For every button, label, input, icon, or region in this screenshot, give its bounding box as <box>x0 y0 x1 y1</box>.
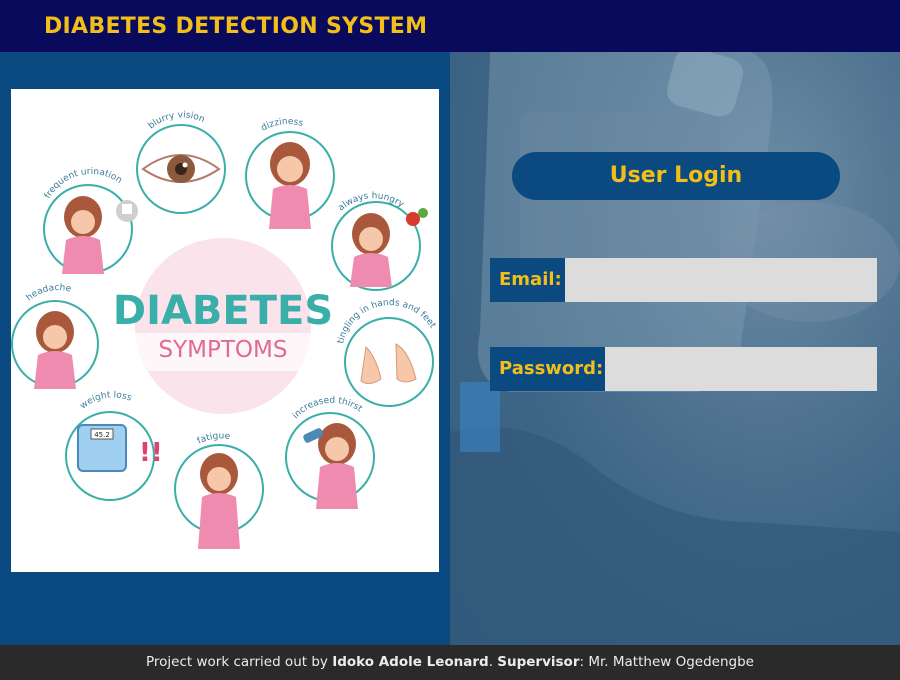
svg-text:!!: !! <box>139 438 163 468</box>
footer-author: Idoko Adole Leonard <box>332 654 489 670</box>
email-field[interactable] <box>565 258 877 302</box>
infographic-title: DIABETES <box>113 288 333 334</box>
footer-prefix: Project work carried out by <box>146 654 333 670</box>
label-headache: headache <box>25 283 73 303</box>
app-title: DIABETES DETECTION SYSTEM <box>44 14 428 39</box>
footer-supervisor-label: Supervisor <box>497 654 580 670</box>
scale-icon: 45.2 !! <box>77 424 163 472</box>
footer-separator: . <box>488 654 498 670</box>
app-header: DIABETES DETECTION SYSTEM <box>0 0 900 52</box>
infographic-subtitle: SYMPTOMS <box>159 337 288 363</box>
footer-supervisor: : Mr. Matthew Ogedengbe <box>579 654 754 670</box>
password-label: Password: <box>490 347 605 391</box>
login-panel: User Login Email: Password: <box>450 52 900 645</box>
footer-credits: Project work carried out by Idoko Adole … <box>0 645 900 680</box>
email-label: Email: <box>490 258 565 302</box>
symptoms-infographic: DIABETES SYMPTOMS 45.2 !! blurry vision … <box>11 89 439 572</box>
label-weight-loss: weight loss <box>79 390 134 411</box>
label-dizziness: dizziness <box>260 117 305 134</box>
password-field[interactable] <box>605 347 877 391</box>
woman-fatigue-icon <box>198 453 240 549</box>
login-title: User Login <box>512 152 840 200</box>
scale-reading: 45.2 <box>94 431 110 439</box>
infographic-art: DIABETES SYMPTOMS 45.2 !! blurry vision … <box>11 110 438 549</box>
left-panel: DIABETES SYMPTOMS 45.2 !! blurry vision … <box>0 52 450 645</box>
